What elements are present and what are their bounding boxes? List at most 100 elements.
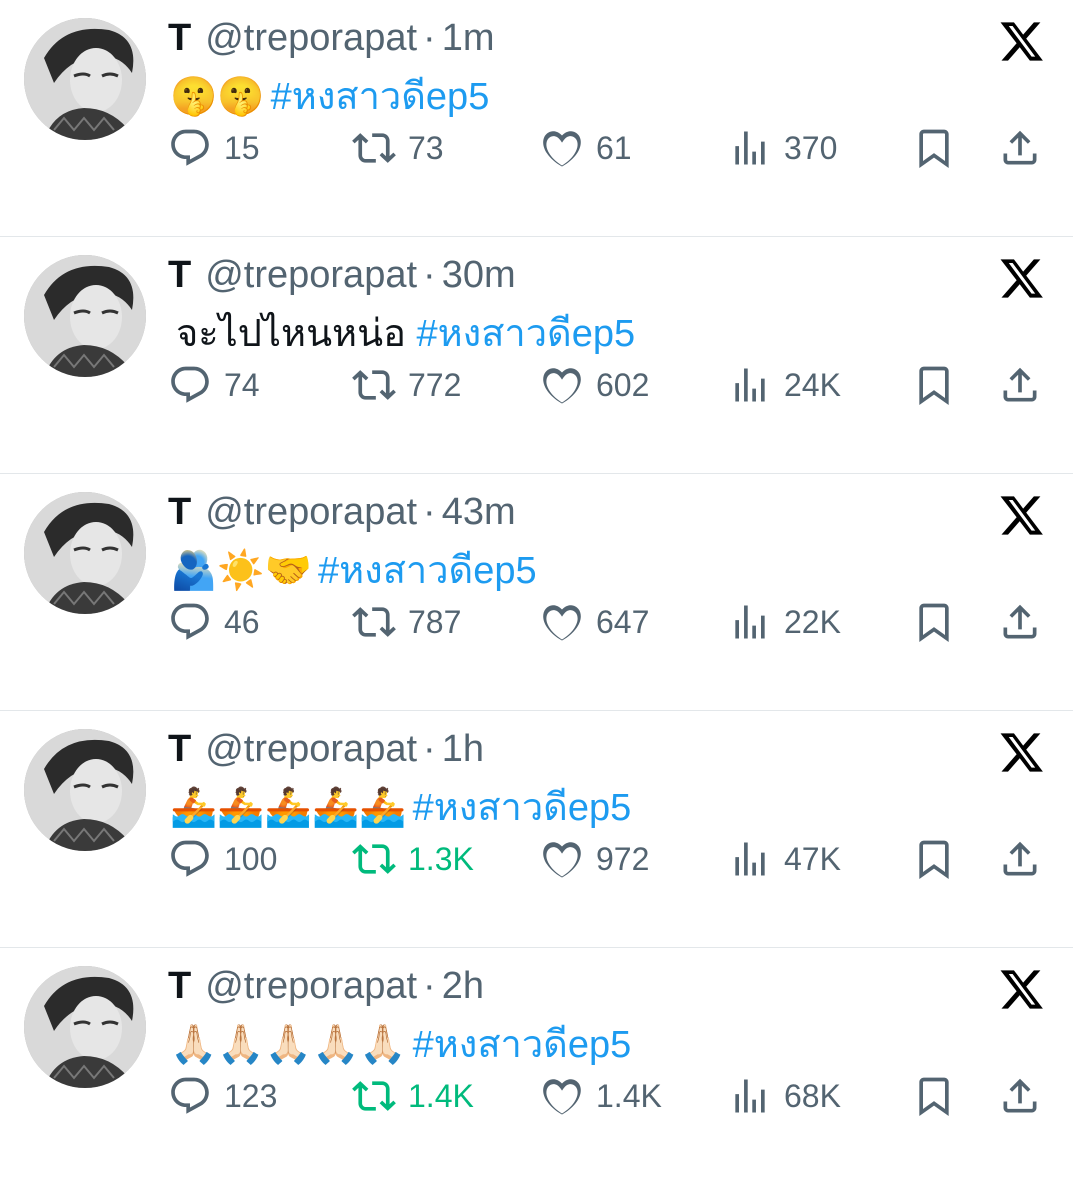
share-button[interactable] (998, 831, 1042, 887)
timestamp[interactable]: 30m (442, 254, 516, 296)
display-name[interactable]: T (168, 491, 191, 533)
bookmark-icon (919, 840, 949, 880)
views-button[interactable]: 68K (728, 1068, 841, 1124)
reply-count: 100 (224, 840, 278, 877)
hashtag-link[interactable]: #หงสาวดีep5 (413, 1024, 632, 1066)
bookmark-button[interactable] (912, 1068, 956, 1124)
views-button[interactable]: 47K (728, 831, 841, 887)
view-count: 47K (784, 840, 841, 877)
views-button[interactable]: 22K (728, 594, 841, 650)
bookmark-button[interactable] (912, 120, 956, 176)
reply-count: 74 (224, 366, 260, 403)
share-button[interactable] (998, 594, 1042, 650)
reply-icon (171, 1077, 209, 1114)
action-bar: 123 1.4K 1.4K 68K (0, 1068, 1073, 1124)
retweet-icon (352, 844, 396, 874)
views-icon (735, 605, 765, 639)
retweet-count: 73 (408, 129, 444, 166)
view-count: 370 (784, 129, 838, 166)
like-button[interactable]: 61 (540, 120, 632, 176)
user-handle[interactable]: @treporapat (205, 728, 417, 770)
like-button[interactable]: 647 (540, 594, 649, 650)
tweet[interactable]: T @treporapat · 1m 🤫🤫 #หงสาวดีep5 15 73 61 (0, 0, 1073, 237)
display-name[interactable]: T (168, 965, 191, 1007)
user-handle[interactable]: @treporapat (205, 965, 417, 1007)
tweet[interactable]: T @treporapat · 2h 🙏🏻🙏🏻🙏🏻🙏🏻🙏🏻 #หงสาวดีep5 12… (0, 948, 1073, 1200)
retweet-button[interactable]: 1.3K (352, 831, 474, 887)
timestamp[interactable]: 43m (442, 491, 516, 533)
retweet-icon (352, 370, 396, 400)
bookmark-button[interactable] (912, 594, 956, 650)
reply-icon (171, 129, 209, 166)
like-button[interactable]: 972 (540, 831, 649, 887)
display-name[interactable]: T (168, 728, 191, 770)
x-logo-icon (1000, 22, 1043, 61)
views-button[interactable]: 24K (728, 357, 841, 413)
timestamp[interactable]: 2h (442, 965, 484, 1007)
heart-icon (543, 842, 581, 878)
share-button[interactable] (998, 120, 1042, 176)
tweet[interactable]: T @treporapat · 1h 🚣🚣🚣🚣🚣 #หงสาวดีep5 100 1.3… (0, 711, 1073, 948)
reply-button[interactable]: 123 (168, 1068, 277, 1124)
reply-icon (171, 603, 209, 640)
user-handle[interactable]: @treporapat (205, 491, 417, 533)
retweet-button[interactable]: 787 (352, 594, 461, 650)
reply-button[interactable]: 15 (168, 120, 260, 176)
retweet-button[interactable]: 772 (352, 357, 461, 413)
retweet-icon (352, 133, 396, 163)
like-button[interactable]: 602 (540, 357, 649, 413)
share-button[interactable] (998, 1068, 1042, 1124)
hashtag-link[interactable]: #หงสาวดีep5 (416, 313, 635, 355)
like-button[interactable]: 1.4K (540, 1068, 662, 1124)
reply-icon (171, 366, 209, 403)
retweet-button[interactable]: 1.4K (352, 1068, 474, 1124)
user-handle[interactable]: @treporapat (205, 17, 417, 59)
views-button[interactable]: 370 (728, 120, 837, 176)
tweet-header: T @treporapat · 2h (168, 962, 484, 1010)
retweet-button[interactable]: 73 (352, 120, 444, 176)
like-count: 602 (596, 366, 650, 403)
action-bar: 15 73 61 370 (0, 120, 1073, 176)
share-button[interactable] (998, 357, 1042, 413)
timestamp[interactable]: 1m (442, 17, 495, 59)
x-logo-icon (1000, 970, 1043, 1009)
tweet-text: 🤫🤫 #หงสาวดีep5 (170, 70, 489, 123)
hashtag-link[interactable]: #หงสาวดีep5 (271, 76, 490, 118)
reply-button[interactable]: 46 (168, 594, 260, 650)
separator-dot: · (423, 254, 436, 296)
retweet-count: 1.4K (408, 1077, 474, 1114)
heart-icon (543, 605, 581, 641)
bookmark-icon (919, 603, 949, 643)
view-count: 22K (784, 603, 841, 640)
reply-button[interactable]: 100 (168, 831, 277, 887)
x-logo-icon (1000, 496, 1043, 535)
separator-dot: · (423, 965, 436, 1007)
display-name[interactable]: T (168, 17, 191, 59)
heart-icon (543, 368, 581, 404)
retweet-count: 772 (408, 366, 462, 403)
share-icon (1003, 604, 1037, 639)
tweet-text: 🙏🏻🙏🏻🙏🏻🙏🏻🙏🏻 #หงสาวดีep5 (170, 1018, 631, 1071)
tweet-emojis: 🤫🤫 (170, 74, 265, 118)
like-count: 61 (596, 129, 632, 166)
tweet[interactable]: T @treporapat · 30m จะไปไหนหน่อ #หงสาวดีep5… (0, 237, 1073, 474)
like-count: 647 (596, 603, 650, 640)
timestamp[interactable]: 1h (442, 728, 484, 770)
share-icon (1003, 367, 1037, 402)
reply-count: 15 (224, 129, 260, 166)
bookmark-button[interactable] (912, 357, 956, 413)
reply-button[interactable]: 74 (168, 357, 260, 413)
timeline: T @treporapat · 1m 🤫🤫 #หงสาวดีep5 15 73 61 (0, 0, 1073, 1200)
tweet-text: 🫂☀️🤝 #หงสาวดีep5 (170, 544, 537, 597)
hashtag-link[interactable]: #หงสาวดีep5 (318, 550, 537, 592)
tweet[interactable]: T @treporapat · 43m 🫂☀️🤝 #หงสาวดีep5 46 787 … (0, 474, 1073, 711)
bookmark-button[interactable] (912, 831, 956, 887)
display-name[interactable]: T (168, 254, 191, 296)
user-handle[interactable]: @treporapat (205, 254, 417, 296)
x-logo-icon (1000, 259, 1043, 298)
tweet-emojis: 🚣🚣🚣🚣🚣 (170, 785, 407, 829)
like-count: 972 (596, 840, 650, 877)
separator-dot: · (423, 17, 436, 59)
hashtag-link[interactable]: #หงสาวดีep5 (413, 787, 632, 829)
tweet-body: จะไปไหนหน่อ (176, 313, 417, 355)
